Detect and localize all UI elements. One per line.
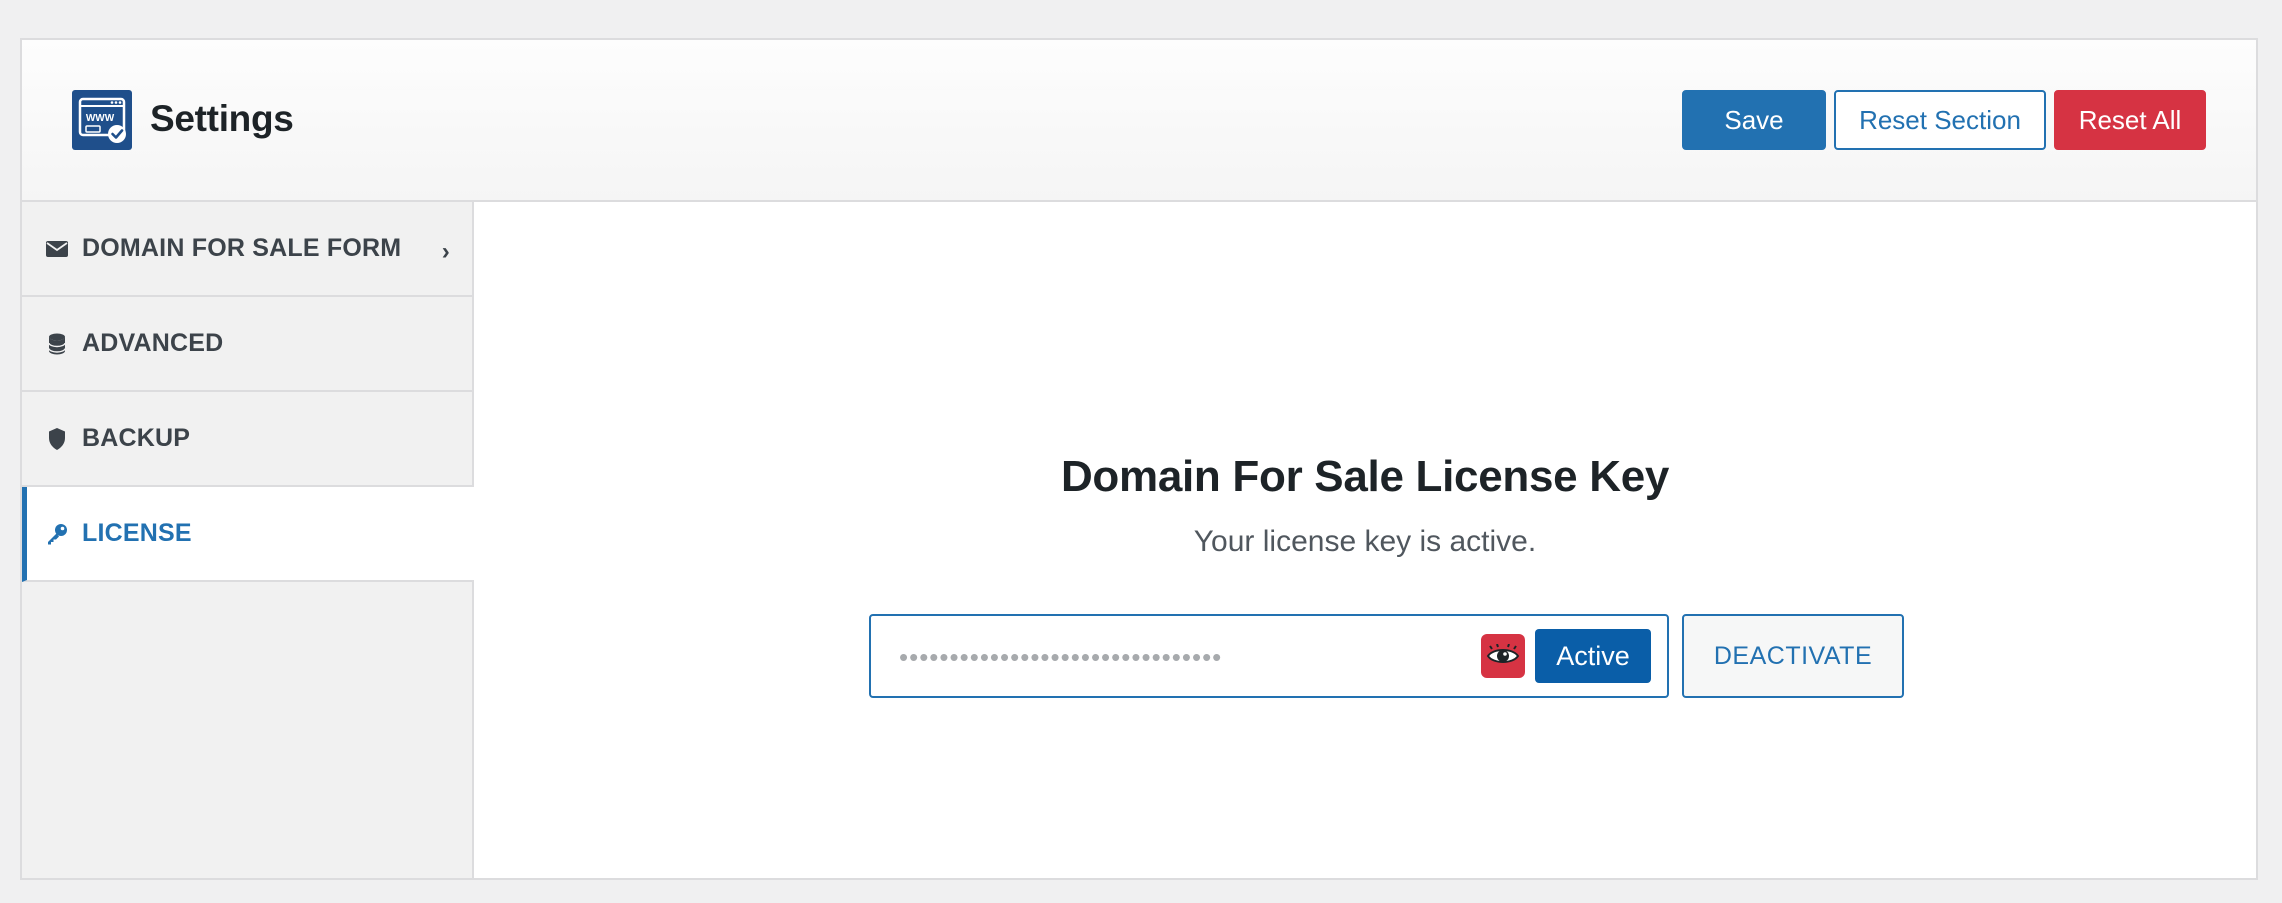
sidebar-item-label: BACKUP <box>82 424 191 452</box>
reset-section-button[interactable]: Reset Section <box>1834 90 2046 150</box>
license-key-input[interactable]: •••••••••••••••••••••••••••••••• <box>899 642 1222 672</box>
chevron-right-icon: › <box>441 238 450 265</box>
sidebar-item-advanced[interactable]: ADVANCED <box>22 297 472 392</box>
shield-icon <box>46 427 68 450</box>
sidebar-item-label: DOMAIN FOR SALE FORM <box>82 234 402 262</box>
settings-panel: WWW Settings Save Reset Section Reset Al… <box>20 38 2258 880</box>
license-key-field[interactable]: •••••••••••••••••••••••••••••••• Active <box>869 614 1669 698</box>
sidebar: DOMAIN FOR SALE FORM › ADVANCED BACKUP L… <box>22 202 474 878</box>
sidebar-item-domain-for-sale-form[interactable]: DOMAIN FOR SALE FORM › <box>22 202 472 297</box>
www-domain-check-icon: WWW <box>72 90 132 150</box>
license-title: Domain For Sale License Key <box>1060 452 1670 501</box>
sidebar-item-backup[interactable]: BACKUP <box>22 392 472 487</box>
envelope-icon <box>46 238 68 260</box>
sidebar-item-label: ADVANCED <box>82 329 224 357</box>
header: WWW Settings Save Reset Section Reset Al… <box>22 40 2256 202</box>
reset-all-button[interactable]: Reset All <box>2054 90 2206 150</box>
license-active-badge: Active <box>1535 629 1651 683</box>
license-section: Domain For Sale License Key Your license… <box>474 202 2256 878</box>
sidebar-item-license[interactable]: LICENSE <box>22 487 474 582</box>
save-button[interactable]: Save <box>1682 90 1826 150</box>
deactivate-button[interactable]: DEACTIVATE <box>1682 614 1904 698</box>
key-icon <box>46 523 68 545</box>
eye-icon[interactable] <box>1481 634 1525 678</box>
database-icon <box>46 333 68 355</box>
page-title: Settings <box>150 98 294 139</box>
license-status-text: Your license key is active. <box>1193 525 1537 558</box>
sidebar-item-label: LICENSE <box>82 519 192 547</box>
svg-text:WWW: WWW <box>86 113 115 124</box>
